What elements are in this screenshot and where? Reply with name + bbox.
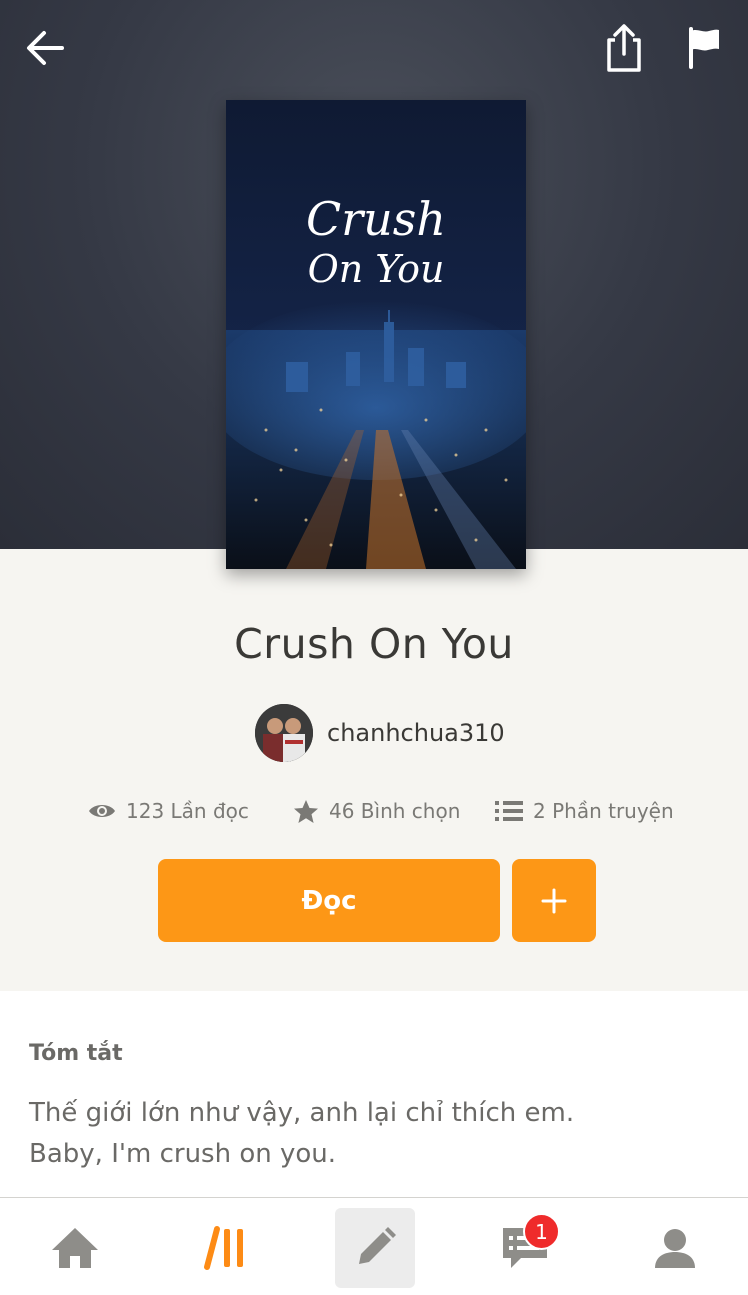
nav-library[interactable] [186, 1208, 266, 1288]
reads-stat: 123 Lần đọc [88, 790, 249, 832]
home-icon [52, 1228, 98, 1268]
avatar [255, 704, 313, 762]
book-title: Crush On You [234, 620, 514, 668]
cover-title-line-2: On You [308, 247, 445, 291]
parts-count: 2 Phần truyện [533, 799, 674, 823]
report-button[interactable] [674, 18, 734, 78]
messages-badge: 1 [523, 1213, 560, 1250]
add-to-library-button[interactable] [512, 859, 596, 942]
nav-profile[interactable] [635, 1208, 715, 1288]
plus-icon [541, 888, 567, 913]
book-stats: 123 Lần đọc 46 Bình chọn 2 Phần truyện [0, 790, 748, 832]
nav-messages[interactable]: 1 [485, 1208, 565, 1288]
write-icon [359, 1227, 396, 1264]
author-name: chanhchua310 [327, 719, 505, 747]
back-arrow-icon [27, 31, 64, 65]
library-icon [204, 1226, 243, 1270]
list-icon [495, 800, 523, 822]
read-button-label: Đọc [301, 885, 357, 916]
profile-icon [655, 1229, 695, 1268]
back-button[interactable] [14, 18, 74, 78]
summary-section: Tóm tắt Thế giới lớn như vậy, anh lại ch… [0, 991, 748, 1197]
flag-icon [689, 27, 719, 69]
nav-write[interactable] [335, 1208, 415, 1288]
share-icon [607, 24, 641, 72]
summary-text: Thế giới lớn như vậy, anh lại chỉ thích … [29, 1098, 575, 1169]
parts-stat: 2 Phần truyện [495, 790, 674, 832]
votes-count: 46 Bình chọn [329, 799, 461, 823]
author-link[interactable]: chanhchua310 [255, 704, 505, 762]
read-button[interactable]: Đọc [158, 859, 500, 942]
reads-count: 123 Lần đọc [126, 799, 249, 823]
nav-home[interactable] [35, 1208, 115, 1288]
eye-icon [88, 801, 116, 821]
cover-title-line-1: Crush [306, 192, 446, 246]
summary-heading: Tóm tắt [29, 1041, 123, 1066]
book-cover: Crush On You [226, 100, 526, 569]
votes-stat: 46 Bình chọn [293, 790, 460, 832]
bottom-navigation: 1 [0, 1197, 748, 1295]
share-button[interactable] [594, 18, 654, 78]
star-icon [293, 799, 319, 824]
